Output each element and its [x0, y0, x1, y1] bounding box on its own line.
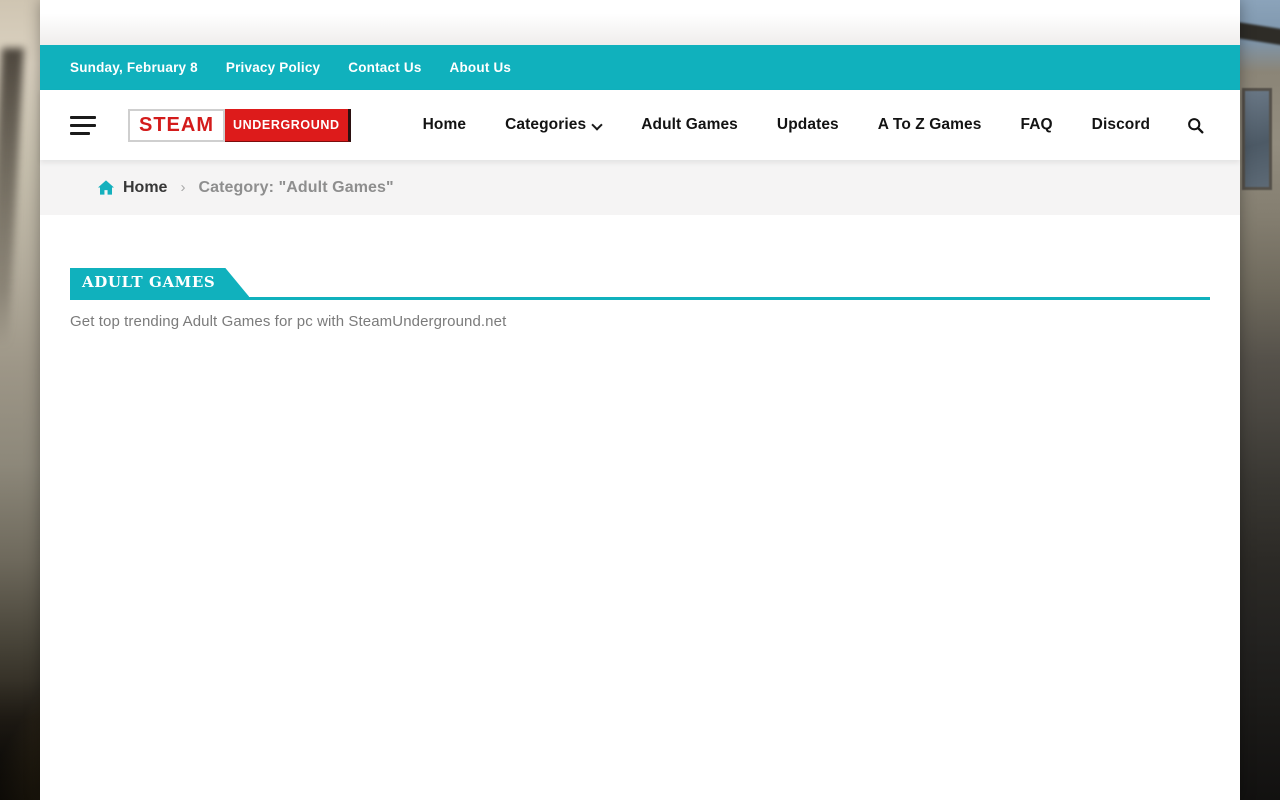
main-nav: Home Categories Adult Games Updates A To… — [423, 116, 1150, 134]
current-date: Sunday, February 8 — [70, 60, 198, 75]
breadcrumb: Home › Category: "Adult Games" — [40, 160, 1240, 215]
hamburger-icon — [70, 116, 96, 119]
topbar-link-about-us[interactable]: About Us — [450, 60, 512, 75]
main-header: STEAM UNDERGROUND Home Categories Adult … — [40, 90, 1240, 160]
section-header: ADULT GAMES — [70, 268, 1210, 300]
nav-item-adult-games[interactable]: Adult Games — [641, 116, 738, 134]
search-button[interactable] — [1183, 113, 1208, 138]
main-content: ADULT GAMES Get top trending Adult Games… — [40, 215, 1240, 800]
nav-item-updates[interactable]: Updates — [777, 116, 839, 134]
chevron-down-icon — [592, 118, 602, 128]
topbar: Sunday, February 8 Privacy Policy Contac… — [40, 45, 1240, 90]
nav-item-a-to-z-games[interactable]: A To Z Games — [878, 116, 982, 134]
topbar-link-contact-us[interactable]: Contact Us — [348, 60, 421, 75]
background-image-right — [1240, 0, 1280, 800]
breadcrumb-home-label: Home — [123, 179, 167, 197]
section-title-badge: ADULT GAMES — [70, 268, 249, 297]
menu-button[interactable] — [70, 116, 96, 135]
background-image-left — [0, 0, 40, 800]
top-spacer — [40, 0, 1240, 45]
site-logo[interactable]: STEAM UNDERGROUND — [128, 109, 351, 142]
breadcrumb-separator: › — [180, 179, 185, 196]
search-icon — [1187, 117, 1204, 134]
logo-steam-text: STEAM — [128, 109, 225, 142]
nav-item-discord[interactable]: Discord — [1092, 116, 1150, 134]
nav-item-faq[interactable]: FAQ — [1020, 116, 1052, 134]
logo-underground-text: UNDERGROUND — [225, 109, 351, 142]
breadcrumb-home-link[interactable]: Home — [98, 179, 167, 197]
page-container: Sunday, February 8 Privacy Policy Contac… — [40, 0, 1240, 800]
breadcrumb-current-page: Category: "Adult Games" — [198, 179, 393, 197]
nav-item-categories[interactable]: Categories — [505, 116, 602, 134]
topbar-link-privacy-policy[interactable]: Privacy Policy — [226, 60, 320, 75]
nav-item-home[interactable]: Home — [423, 116, 466, 134]
home-icon — [98, 180, 114, 195]
section-description: Get top trending Adult Games for pc with… — [70, 313, 1210, 330]
